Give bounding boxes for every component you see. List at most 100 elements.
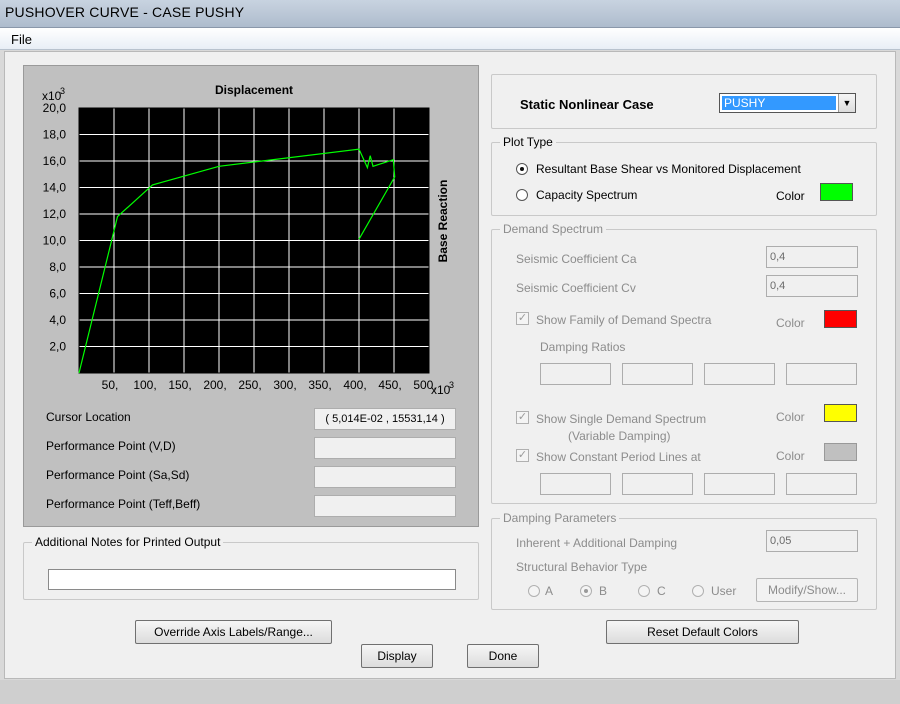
perf-point-teff-field: [314, 495, 456, 517]
const-color-label: Color: [776, 449, 805, 463]
done-button[interactable]: Done: [467, 644, 539, 668]
x-tick-label: 250,: [238, 378, 261, 392]
damping-ratio-3[interactable]: [704, 363, 775, 385]
inherent-damping-label: Inherent + Additional Damping: [516, 536, 678, 550]
single-spectrum-label: Show Single Demand Spectrum: [536, 412, 707, 426]
ca-field[interactable]: 0,4: [766, 246, 858, 268]
single-spectrum-checkbox[interactable]: ✓: [516, 411, 529, 424]
radio-base-shear[interactable]: [516, 163, 528, 175]
const-period-4[interactable]: [786, 473, 857, 495]
menu-file[interactable]: File: [11, 32, 32, 47]
plot-type-legend: Plot Type: [500, 135, 556, 149]
modify-show-button[interactable]: Modify/Show...: [756, 578, 858, 602]
window-title: PUSHOVER CURVE - CASE PUSHY: [5, 4, 245, 20]
y-multiplier-exponent: 3: [60, 86, 65, 96]
radio-capacity-spectrum[interactable]: [516, 189, 528, 201]
const-period-checkbox[interactable]: ✓: [516, 449, 529, 462]
reset-colors-button[interactable]: Reset Default Colors: [606, 620, 799, 644]
x-tick-label: 350,: [308, 378, 331, 392]
single-color-label: Color: [776, 410, 805, 424]
behavior-radio-a[interactable]: [528, 585, 540, 597]
x-tick-label: 400,: [343, 378, 366, 392]
cursor-location-label: Cursor Location: [46, 410, 131, 424]
y-tick-label: 10,0: [43, 234, 67, 248]
x-tick-label: 450,: [378, 378, 401, 392]
const-period-label: Show Constant Period Lines at: [536, 450, 701, 464]
perf-point-teff-label: Performance Point (Teff,Beff): [46, 497, 201, 511]
perf-point-sasd-field: [314, 466, 456, 488]
case-dropdown[interactable]: PUSHY ▼: [719, 93, 856, 113]
desktop-background: [0, 680, 900, 704]
perf-point-vd-field: [314, 437, 456, 459]
case-label: Static Nonlinear Case: [520, 97, 654, 112]
plot-color-swatch[interactable]: [820, 183, 853, 201]
cursor-location-field: ( 5,014E-02 , 15531,14 ): [314, 408, 456, 430]
case-group: Static Nonlinear Case PUSHY ▼: [491, 74, 877, 129]
const-color-swatch[interactable]: [824, 443, 857, 461]
y-tick-label: 16,0: [43, 154, 67, 168]
y-axis-label: Base Reaction: [436, 180, 450, 263]
plot-type-group: Plot Type Resultant Base Shear vs Monito…: [491, 135, 877, 216]
damping-ratio-4[interactable]: [786, 363, 857, 385]
chart-title: Displacement: [215, 83, 293, 97]
x-tick-label: 300,: [273, 378, 296, 392]
override-axis-button[interactable]: Override Axis Labels/Range...: [135, 620, 332, 644]
demand-spectrum-group: Demand Spectrum Seismic Coefficient Ca 0…: [491, 222, 877, 504]
radio-capacity-spectrum-label[interactable]: Capacity Spectrum: [536, 188, 637, 202]
single-color-swatch[interactable]: [824, 404, 857, 422]
family-color-label: Color: [776, 316, 805, 330]
y-tick-label: 2,0: [49, 340, 66, 354]
x-tick-label: 50,: [102, 378, 119, 392]
display-button[interactable]: Display: [361, 644, 433, 668]
y-tick-label: 20,0: [43, 101, 67, 115]
inherent-damping-field[interactable]: 0,05: [766, 530, 858, 552]
behavior-radio-b-label[interactable]: B: [599, 584, 607, 598]
notes-legend: Additional Notes for Printed Output: [32, 535, 224, 549]
behavior-type-label: Structural Behavior Type: [516, 560, 648, 574]
family-color-swatch[interactable]: [824, 310, 857, 328]
plot-color-label: Color: [776, 189, 805, 203]
damping-params-group: Damping Parameters Inherent + Additional…: [491, 511, 877, 610]
y-multiplier-label: x10: [42, 89, 62, 103]
x-multiplier-exponent: 3: [449, 380, 454, 390]
x-multiplier-label: x10: [431, 383, 451, 397]
family-label: Show Family of Demand Spectra: [536, 313, 712, 327]
radio-base-shear-label[interactable]: Resultant Base Shear vs Monitored Displa…: [536, 162, 801, 176]
notes-input[interactable]: [48, 569, 456, 590]
behavior-radio-c-label[interactable]: C: [657, 584, 666, 598]
y-tick-label: 12,0: [43, 207, 67, 221]
ca-label: Seismic Coefficient Ca: [516, 252, 637, 266]
title-bar: PUSHOVER CURVE - CASE PUSHY: [0, 0, 900, 28]
damping-ratios-label: Damping Ratios: [540, 340, 626, 354]
behavior-radio-user[interactable]: [692, 585, 704, 597]
single-spectrum-sublabel: (Variable Damping): [568, 429, 671, 443]
y-tick-label: 8,0: [49, 260, 66, 274]
damping-ratio-2[interactable]: [622, 363, 693, 385]
cv-field[interactable]: 0,4: [766, 275, 858, 297]
dialog-body: 50, 100, 150, 200, 250, 300, 350, 400, 450, 500, 2…: [4, 51, 896, 679]
notes-group: Additional Notes for Printed Output: [23, 535, 479, 600]
const-period-1[interactable]: [540, 473, 611, 495]
perf-point-sasd-label: Performance Point (Sa,Sd): [46, 468, 190, 482]
x-tick-label: 200,: [203, 378, 226, 392]
chevron-down-icon[interactable]: ▼: [838, 94, 855, 112]
x-tick-label: 100,: [133, 378, 156, 392]
y-tick-label: 14,0: [43, 181, 67, 195]
behavior-radio-c[interactable]: [638, 585, 650, 597]
cv-label: Seismic Coefficient Cv: [516, 281, 636, 295]
plot-panel: 50, 100, 150, 200, 250, 300, 350, 400, 450, 500, 2…: [23, 65, 479, 527]
family-checkbox[interactable]: ✓: [516, 312, 529, 325]
behavior-radio-user-label[interactable]: User: [711, 584, 736, 598]
x-tick-label: 150,: [168, 378, 191, 392]
const-period-3[interactable]: [704, 473, 775, 495]
case-dropdown-value: PUSHY: [722, 96, 836, 110]
const-period-2[interactable]: [622, 473, 693, 495]
damping-ratio-1[interactable]: [540, 363, 611, 385]
behavior-radio-b[interactable]: [580, 585, 592, 597]
demand-spectrum-legend: Demand Spectrum: [500, 222, 607, 236]
behavior-radio-a-label[interactable]: A: [545, 584, 553, 598]
y-tick-label: 18,0: [43, 128, 67, 142]
damping-params-legend: Damping Parameters: [500, 511, 620, 525]
y-tick-label: 4,0: [49, 313, 66, 327]
y-tick-label: 6,0: [49, 287, 66, 301]
